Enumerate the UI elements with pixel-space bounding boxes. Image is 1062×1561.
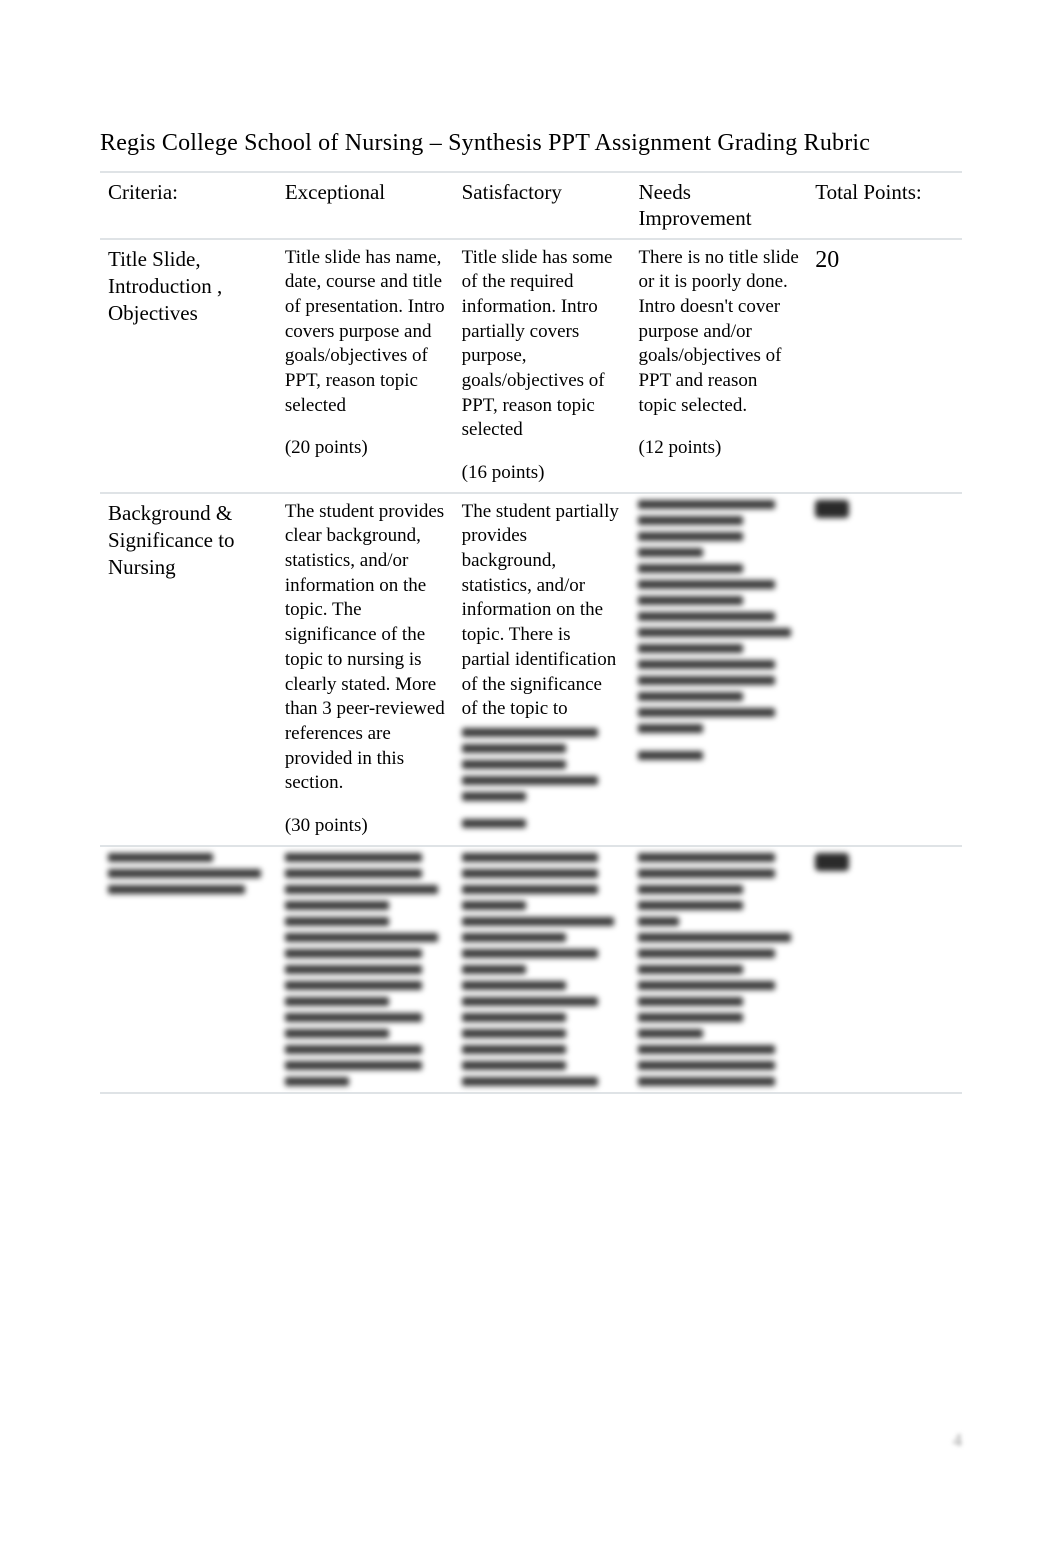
cell-points: (12 points) bbox=[638, 436, 799, 461]
rubric-table: Criteria: Exceptional Satisfactory Needs… bbox=[100, 171, 962, 1094]
table-row: Title Slide, Introduction , Objectives T… bbox=[100, 239, 962, 493]
redacted-text bbox=[815, 500, 849, 518]
cell-needs-improvement bbox=[630, 493, 807, 846]
redacted-text bbox=[638, 500, 799, 733]
page-container: Regis College School of Nursing – Synthe… bbox=[0, 0, 1062, 1134]
redacted-text bbox=[285, 853, 446, 1086]
cell-exceptional: Title slide has name, date, course and t… bbox=[277, 239, 454, 493]
cell-exceptional bbox=[277, 846, 454, 1093]
cell-points: (20 points) bbox=[285, 436, 446, 461]
cell-satisfactory bbox=[454, 846, 631, 1093]
cell-text: Title slide has name, date, course and t… bbox=[285, 246, 446, 419]
redacted-text bbox=[638, 853, 799, 1086]
redacted-text bbox=[638, 751, 799, 760]
cell-satisfactory: The student partially provides backgroun… bbox=[454, 493, 631, 846]
cell-total bbox=[807, 493, 962, 846]
cell-criteria: Background & Significance to Nursing bbox=[100, 493, 277, 846]
header-needs-improvement: Needs Improvement bbox=[630, 172, 807, 239]
cell-points: (16 points) bbox=[462, 461, 623, 486]
cell-points: (30 points) bbox=[285, 814, 446, 839]
cell-exceptional: The student provides clear background, s… bbox=[277, 493, 454, 846]
cell-criteria bbox=[100, 846, 277, 1093]
header-total-points: Total Points: bbox=[807, 172, 962, 239]
header-satisfactory: Satisfactory bbox=[454, 172, 631, 239]
cell-text: There is no title slide or it is poorly … bbox=[638, 246, 799, 419]
table-row: Background & Significance to Nursing The… bbox=[100, 493, 962, 846]
redacted-text bbox=[108, 853, 269, 894]
cell-needs-improvement: There is no title slide or it is poorly … bbox=[630, 239, 807, 493]
header-exceptional: Exceptional bbox=[277, 172, 454, 239]
table-row bbox=[100, 846, 962, 1093]
table-header-row: Criteria: Exceptional Satisfactory Needs… bbox=[100, 172, 962, 239]
redacted-text bbox=[462, 853, 623, 1086]
cell-satisfactory: Title slide has some of the required inf… bbox=[454, 239, 631, 493]
cell-text: The student provides clear background, s… bbox=[285, 500, 446, 796]
redacted-text bbox=[462, 819, 623, 828]
cell-needs-improvement bbox=[630, 846, 807, 1093]
redacted-text bbox=[462, 728, 623, 801]
cell-text: Title slide has some of the required inf… bbox=[462, 246, 623, 444]
page-number: 4 bbox=[953, 1430, 962, 1451]
redacted-text bbox=[815, 853, 849, 871]
page-title: Regis College School of Nursing – Synthe… bbox=[100, 130, 962, 157]
cell-total bbox=[807, 846, 962, 1093]
cell-text: The student partially provides backgroun… bbox=[462, 500, 623, 722]
cell-criteria: Title Slide, Introduction , Objectives bbox=[100, 239, 277, 493]
cell-total: 20 bbox=[807, 239, 962, 493]
header-criteria: Criteria: bbox=[100, 172, 277, 239]
